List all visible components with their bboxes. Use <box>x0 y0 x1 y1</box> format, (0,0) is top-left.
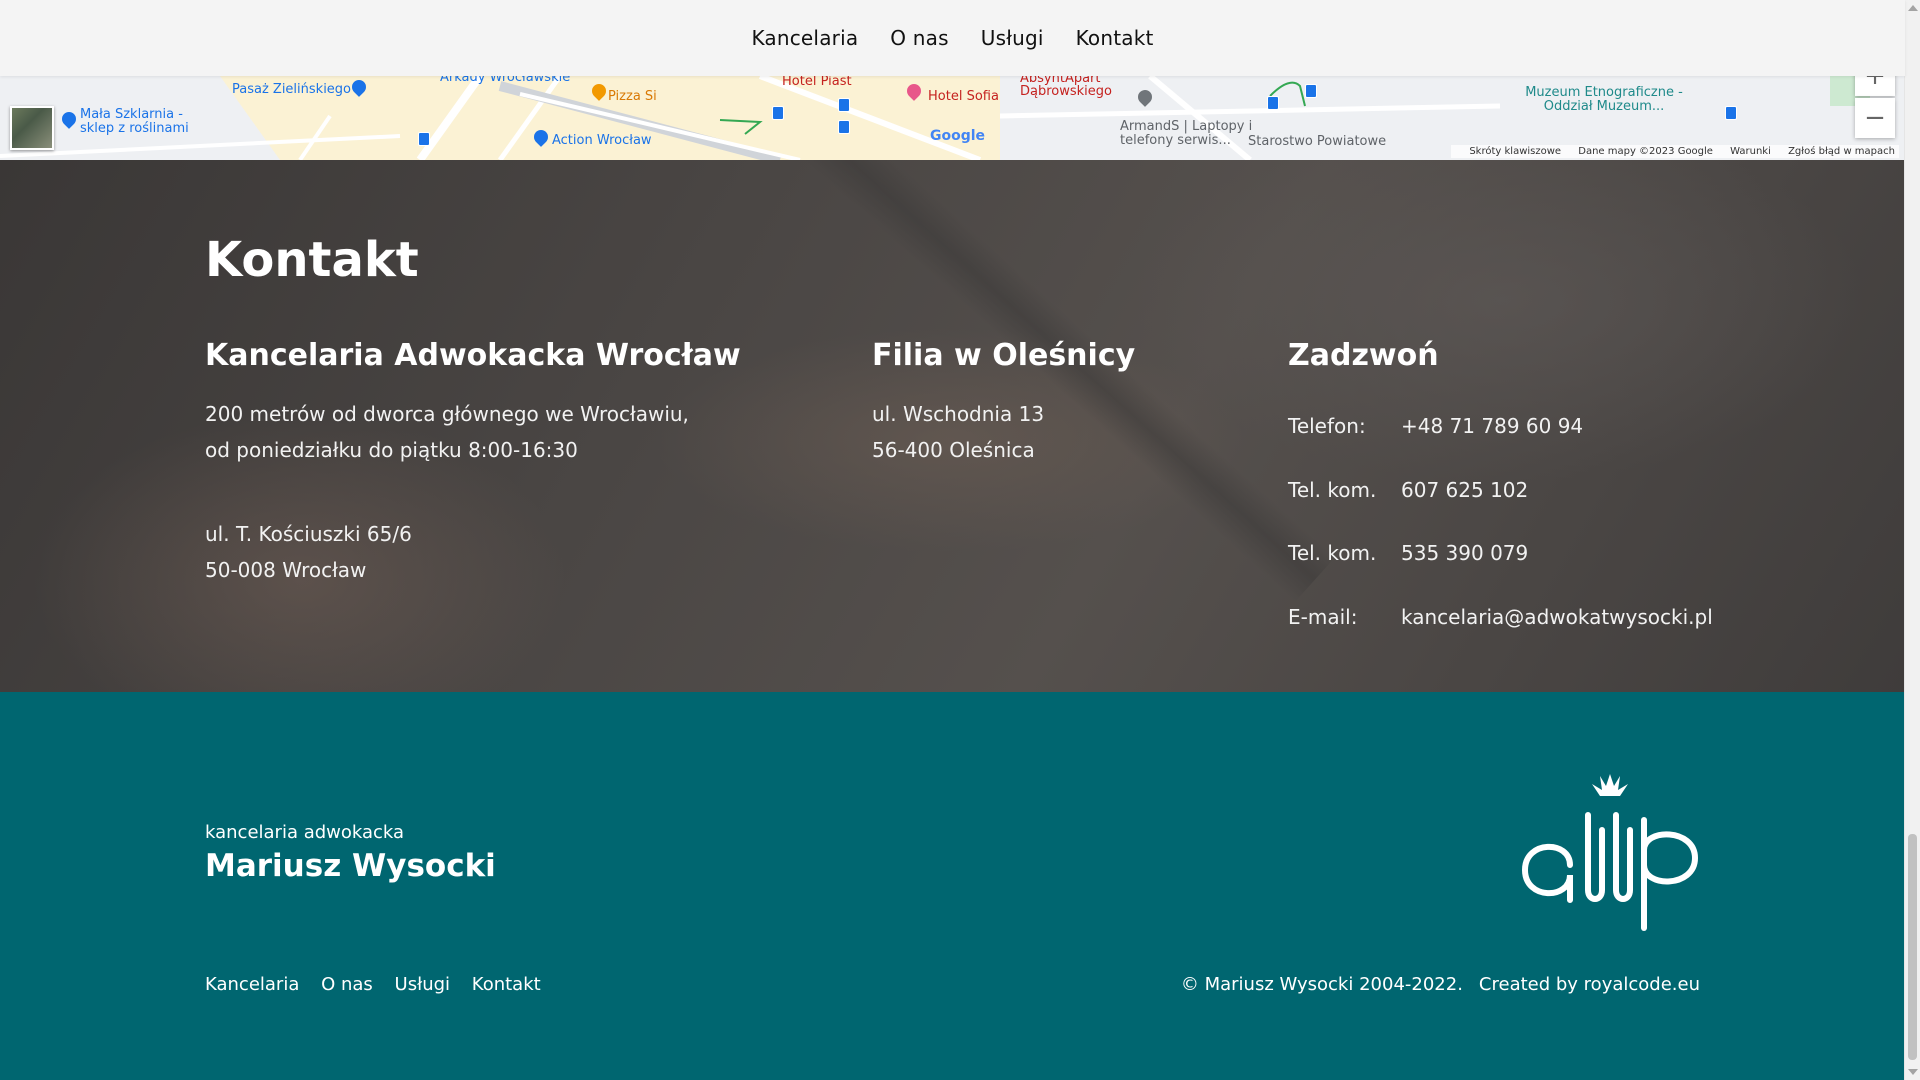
footer-name: Mariusz Wysocki <box>205 848 496 884</box>
map-report-error-link[interactable]: Zgłoś błąd w mapach <box>1788 146 1895 157</box>
mobile-row: Tel. kom. 607 625 102 <box>1288 478 1528 502</box>
footer-link-uslugi[interactable]: Usługi <box>395 974 451 995</box>
office-note-line: 200 metrów od dworca głównego we Wrocław… <box>205 402 689 426</box>
map-terms-link[interactable]: Warunki <box>1730 146 1771 157</box>
poi-label: Starostwo Powiatowe <box>1248 134 1387 149</box>
mobile-label: Tel. kom. <box>1288 541 1377 565</box>
poi-label: Hotel Sofia <box>928 89 999 104</box>
copyright-text: © Mariusz Wysocki 2004-2022. <box>1180 974 1463 995</box>
embedded-map[interactable]: Pasaż Zielińskiego Arkady Wrocławskie Pi… <box>0 76 1905 160</box>
site-footer: kancelaria adwokacka Mariusz Wysocki Kan… <box>0 692 1905 1080</box>
branch-address-line: 56-400 Oleśnica <box>872 438 1035 462</box>
branch-address: ul. Wschodnia 13 56-400 Oleśnica <box>872 396 1044 468</box>
email-label: E-mail: <box>1288 605 1358 629</box>
top-navigation: Kancelaria O nas Usługi Kontakt <box>0 0 1905 76</box>
phone-label: Telefon: <box>1288 414 1366 438</box>
google-logo: Google <box>930 128 986 144</box>
scroll-up-arrow-icon[interactable] <box>1908 5 1918 11</box>
office-address-line: 50-008 Wrocław <box>205 558 367 582</box>
poi-label: Arkady Wrocławskie <box>440 76 571 85</box>
bus-stop-icon <box>1305 84 1317 98</box>
bus-stop-icon <box>1725 106 1737 120</box>
created-by-link[interactable]: Created by royalcode.eu <box>1479 974 1700 995</box>
scroll-down-arrow-icon[interactable] <box>1908 1069 1918 1075</box>
mobile-value[interactable]: 535 390 079 <box>1401 541 1528 565</box>
bus-stop-icon <box>838 98 850 112</box>
amw-logo-icon <box>1521 774 1699 931</box>
footer-link-kancelaria[interactable]: Kancelaria <box>205 974 299 995</box>
scrollbar-thumb[interactable] <box>1908 834 1917 1060</box>
contact-title: Kontakt <box>205 232 419 288</box>
email-link[interactable]: kancelaria@adwokatwysocki.pl <box>1401 605 1713 629</box>
bus-stop-icon <box>772 106 784 120</box>
poi-label: Hotel Piast <box>782 76 852 89</box>
footer-copyright: © Mariusz Wysocki 2004-2022. Created by r… <box>1181 974 1700 995</box>
nav-link-o-nas[interactable]: O nas <box>890 26 948 50</box>
footer-link-o-nas[interactable]: O nas <box>321 974 373 995</box>
poi-label: Pasaż Zielińskiego <box>232 82 352 97</box>
call-title: Zadzwoń <box>1288 338 1439 373</box>
poi-label: Mała Szklarnia - sklep z roślinami <box>80 107 189 136</box>
office-address: ul. T. Kościuszki 65/6 50-008 Wrocław <box>205 516 412 588</box>
map-keyboard-shortcuts-link[interactable]: Skróty klawiszowe <box>1469 146 1561 157</box>
map-data-attribution: Dane mapy ©2023 Google <box>1578 146 1713 157</box>
phone-value[interactable]: +48 71 789 60 94 <box>1401 414 1583 438</box>
nav-link-kontakt[interactable]: Kontakt <box>1076 26 1154 50</box>
poi-label: Pizza Si <box>608 89 657 104</box>
office-title: Kancelaria Adwokacka Wrocław <box>205 338 741 373</box>
zoom-in-button[interactable]: + <box>1855 76 1895 96</box>
map-satellite-toggle[interactable] <box>10 106 54 150</box>
mobile-label: Tel. kom. <box>1288 478 1377 502</box>
contact-section: Kontakt Kancelaria Adwokacka Wrocław 200… <box>0 160 1905 692</box>
amw-logo[interactable] <box>1520 770 1700 938</box>
footer-links: Kancelaria O nas Usługi Kontakt <box>205 974 557 995</box>
footer-subtitle: kancelaria adwokacka <box>205 822 405 843</box>
office-note-line: od poniedziałku do piątku 8:00-16:30 <box>205 438 578 462</box>
page-scrollbar[interactable] <box>1904 0 1920 1080</box>
footer-link-kontakt[interactable]: Kontakt <box>472 974 541 995</box>
mobile-value[interactable]: 607 625 102 <box>1401 478 1528 502</box>
background-decoration <box>760 160 1336 602</box>
email-row: E-mail: kancelaria@adwokatwysocki.pl <box>1288 605 1713 629</box>
office-address-line: ul. T. Kościuszki 65/6 <box>205 522 412 546</box>
bus-stop-icon <box>418 132 430 146</box>
poi-label: Muzeum Etnograficzne - Oddział Muzeum... <box>1525 85 1683 114</box>
bus-stop-icon <box>838 120 850 134</box>
branch-title: Filia w Oleśnicy <box>872 338 1136 373</box>
nav-link-uslugi[interactable]: Usługi <box>981 26 1044 50</box>
branch-address-line: ul. Wschodnia 13 <box>872 402 1045 426</box>
bus-stop-icon <box>1267 96 1279 110</box>
office-note: 200 metrów od dworca głównego we Wrocław… <box>205 396 689 468</box>
map-footer: Skróty klawiszowe Dane mapy ©2023 Google… <box>1451 145 1899 158</box>
nav-link-kancelaria[interactable]: Kancelaria <box>751 26 858 50</box>
phone-row: Telefon: +48 71 789 60 94 <box>1288 414 1583 438</box>
zoom-out-button[interactable]: − <box>1855 98 1895 138</box>
poi-label: Action Wrocław <box>552 133 652 148</box>
mobile-row: Tel. kom. 535 390 079 <box>1288 541 1528 565</box>
